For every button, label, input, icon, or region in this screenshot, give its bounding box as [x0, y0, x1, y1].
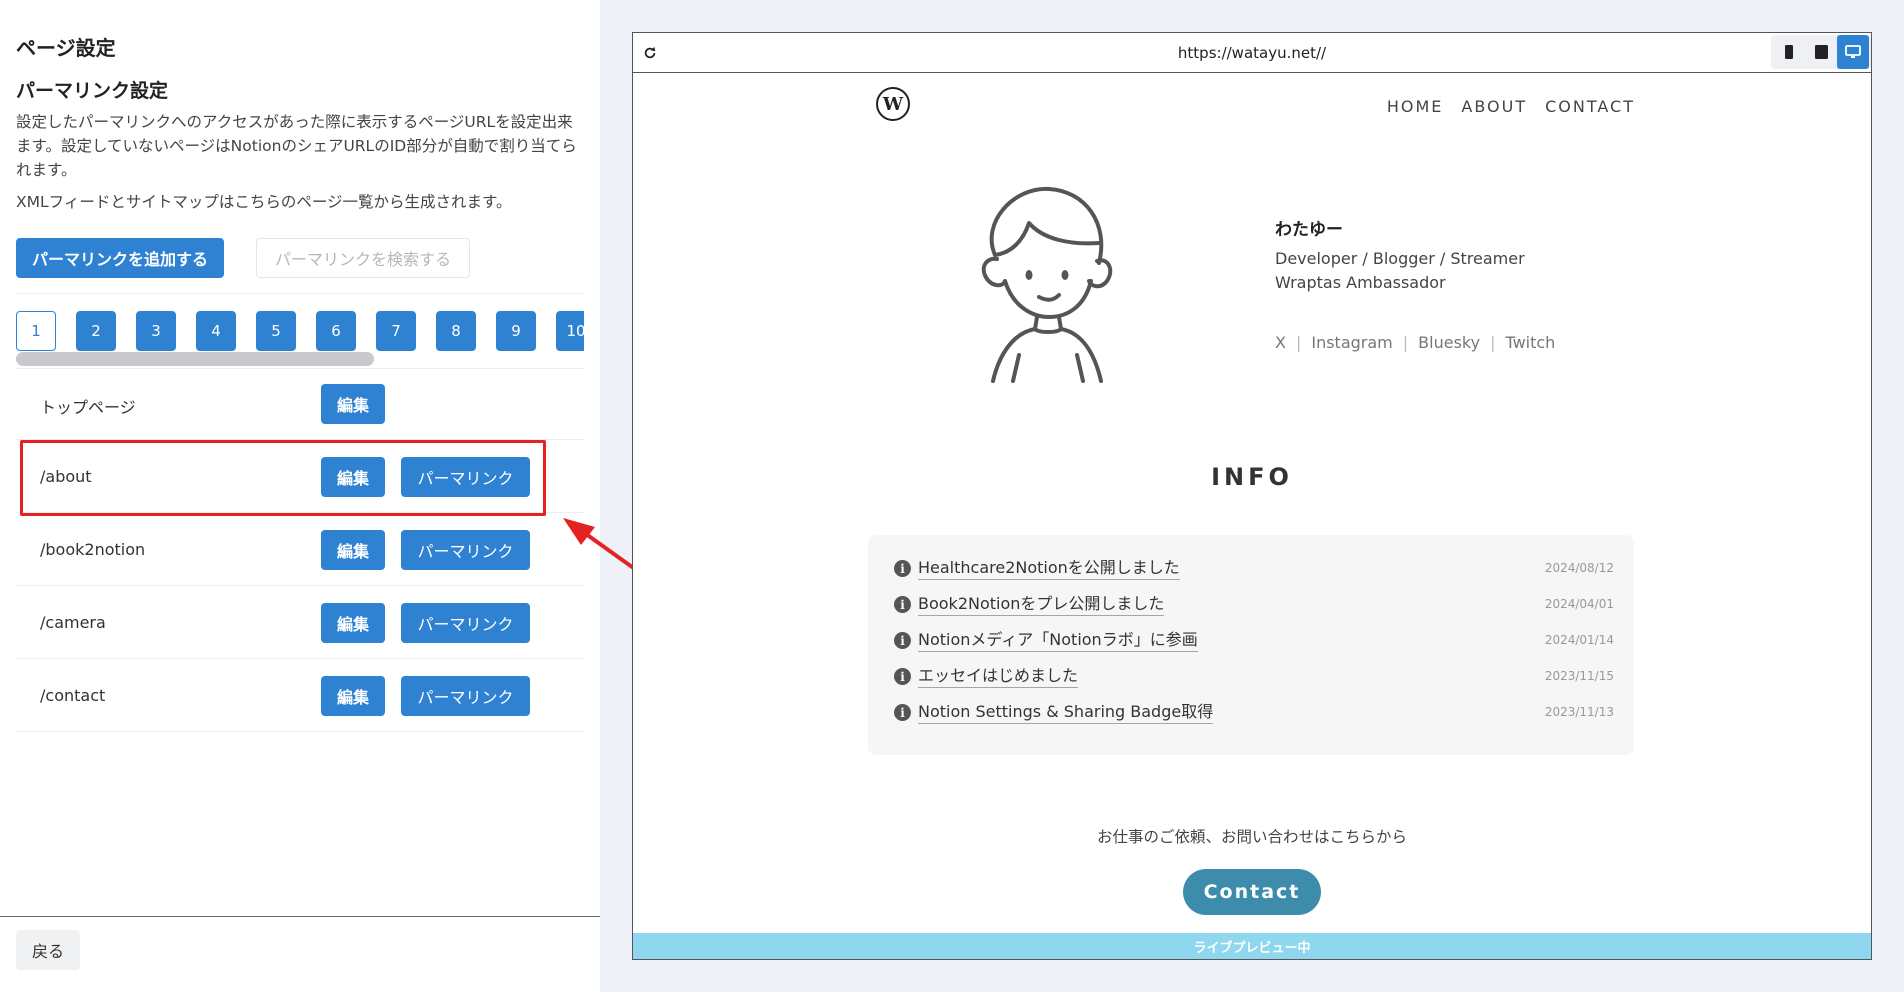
settings-panel: ページ設定 パーマリンク設定 設定したパーマリンクへのアクセスがあった際に表示す… [0, 0, 600, 992]
edit-button[interactable]: 編集 [321, 603, 385, 643]
divider [0, 916, 600, 917]
preview-toolbar: https://watayu.net// [633, 33, 1871, 73]
table-row: /contact 編集 パーマリンク [16, 660, 584, 732]
row-label: /contact [40, 686, 106, 705]
info-title[interactable]: エッセイはじめました [918, 665, 1079, 688]
list-item[interactable]: i Healthcare2Notionを公開しました 2024/08/12 [894, 557, 1614, 581]
info-list: i Healthcare2Notionを公開しました 2024/08/12 i … [868, 535, 1634, 755]
divider [16, 293, 584, 294]
highlight-box [20, 440, 546, 516]
table-row: /camera 編集 パーマリンク [16, 587, 584, 659]
site-logo[interactable]: W [876, 87, 910, 121]
page-button-3[interactable]: 3 [136, 311, 176, 351]
site-nav: HOME ABOUT CONTACT [1387, 97, 1635, 116]
back-button[interactable]: 戻る [16, 930, 80, 970]
table-row: トップページ 編集 [16, 368, 584, 440]
edit-button[interactable]: 編集 [321, 384, 385, 424]
list-item[interactable]: i Book2Notionをプレ公開しました 2024/04/01 [894, 593, 1614, 617]
info-title[interactable]: Book2Notionをプレ公開しました [918, 593, 1165, 616]
info-icon: i [894, 596, 911, 613]
page-button-2[interactable]: 2 [76, 311, 116, 351]
page-title: ページ設定 [16, 36, 116, 60]
preview-url: https://watayu.net// [1177, 44, 1327, 62]
info-date: 2023/11/13 [1544, 705, 1614, 719]
info-date: 2024/04/01 [1544, 597, 1614, 611]
contact-text: お仕事のご依頼、お問い合わせはこちらから [1096, 828, 1407, 846]
contact-button[interactable]: Contact [1183, 869, 1321, 915]
permalink-button[interactable]: パーマリンク [401, 676, 530, 716]
live-preview-banner: ライブプレビュー中 [633, 933, 1871, 959]
nav-home[interactable]: HOME [1387, 97, 1444, 116]
info-icon: i [894, 704, 911, 721]
pagination: 1 2 3 4 5 6 7 8 9 10 [16, 311, 584, 351]
info-date: 2024/08/12 [1544, 561, 1614, 575]
info-title[interactable]: Notion Settings & Sharing Badge取得 [918, 701, 1214, 724]
social-links: X | Instagram | Bluesky | Twitch [1275, 333, 1555, 352]
list-item[interactable]: i エッセイはじめました 2023/11/15 [894, 665, 1614, 689]
profile-role-secondary: Wraptas Ambassador [1275, 273, 1446, 292]
divider [16, 731, 584, 732]
device-switcher [1771, 35, 1871, 69]
separator: | [1490, 333, 1496, 352]
divider [16, 658, 584, 659]
section-title: パーマリンク設定 [16, 80, 169, 102]
description: 設定したパーマリンクへのアクセスがあった際に表示するページURLを設定出来ます。… [16, 113, 577, 179]
page-button-10[interactable]: 10 [556, 311, 584, 351]
tablet-icon[interactable] [1805, 35, 1837, 69]
table-row: /book2notion 編集 パーマリンク [16, 514, 584, 586]
info-date: 2024/01/14 [1544, 633, 1614, 647]
separator: | [1402, 333, 1409, 352]
add-permalink-button[interactable]: パーマリンクを追加する [16, 238, 224, 278]
page-button-6[interactable]: 6 [316, 311, 356, 351]
permalink-button[interactable]: パーマリンク [401, 530, 530, 570]
description-feed: XMLフィードとサイトマップはこちらのページ一覧から生成されます。 [16, 193, 512, 211]
info-icon: i [894, 560, 911, 577]
info-date: 2023/11/15 [1544, 669, 1614, 683]
row-label: トップページ [40, 398, 136, 417]
list-item[interactable]: i Notionメディア「Notionラボ」に参画 2024/01/14 [894, 629, 1614, 653]
social-link-instagram[interactable]: Instagram [1311, 333, 1392, 352]
profile-role: Developer / Blogger / Streamer [1275, 249, 1525, 268]
avatar [981, 186, 1113, 383]
live-preview: https://watayu.net// W HOME ABOUT CONTAC… [632, 32, 1872, 960]
nav-contact[interactable]: CONTACT [1545, 97, 1635, 116]
page-button-7[interactable]: 7 [376, 311, 416, 351]
mobile-icon[interactable] [1773, 35, 1805, 69]
page-button-4[interactable]: 4 [196, 311, 236, 351]
info-title[interactable]: Notionメディア「Notionラボ」に参画 [918, 629, 1198, 652]
social-link-x[interactable]: X [1275, 333, 1286, 352]
page-button-9[interactable]: 9 [496, 311, 536, 351]
list-item[interactable]: i Notion Settings & Sharing Badge取得 2023… [894, 701, 1614, 725]
page-button-5[interactable]: 5 [256, 311, 296, 351]
social-link-twitch[interactable]: Twitch [1505, 333, 1555, 352]
info-title[interactable]: Healthcare2Notionを公開しました [918, 557, 1180, 580]
site-preview: W HOME ABOUT CONTACT わたゆー Developer / Bl… [633, 73, 1871, 933]
desktop-icon[interactable] [1837, 35, 1869, 69]
row-label: /book2notion [40, 540, 146, 559]
profile-name: わたゆー [1275, 220, 1343, 240]
social-link-bluesky[interactable]: Bluesky [1418, 333, 1480, 352]
divider [16, 585, 584, 586]
separator: | [1295, 333, 1302, 352]
edit-button[interactable]: 編集 [321, 676, 385, 716]
search-permalink-input[interactable]: パーマリンクを検索する [256, 238, 470, 278]
pagination-scrollbar[interactable] [16, 352, 374, 366]
nav-about[interactable]: ABOUT [1461, 97, 1527, 116]
info-heading: INFO [1211, 463, 1293, 491]
page-button-8[interactable]: 8 [436, 311, 476, 351]
info-icon: i [894, 632, 911, 649]
permalink-button[interactable]: パーマリンク [401, 603, 530, 643]
page-button-1[interactable]: 1 [16, 311, 56, 351]
info-icon: i [894, 668, 911, 685]
edit-button[interactable]: 編集 [321, 530, 385, 570]
row-label: /camera [40, 613, 106, 632]
